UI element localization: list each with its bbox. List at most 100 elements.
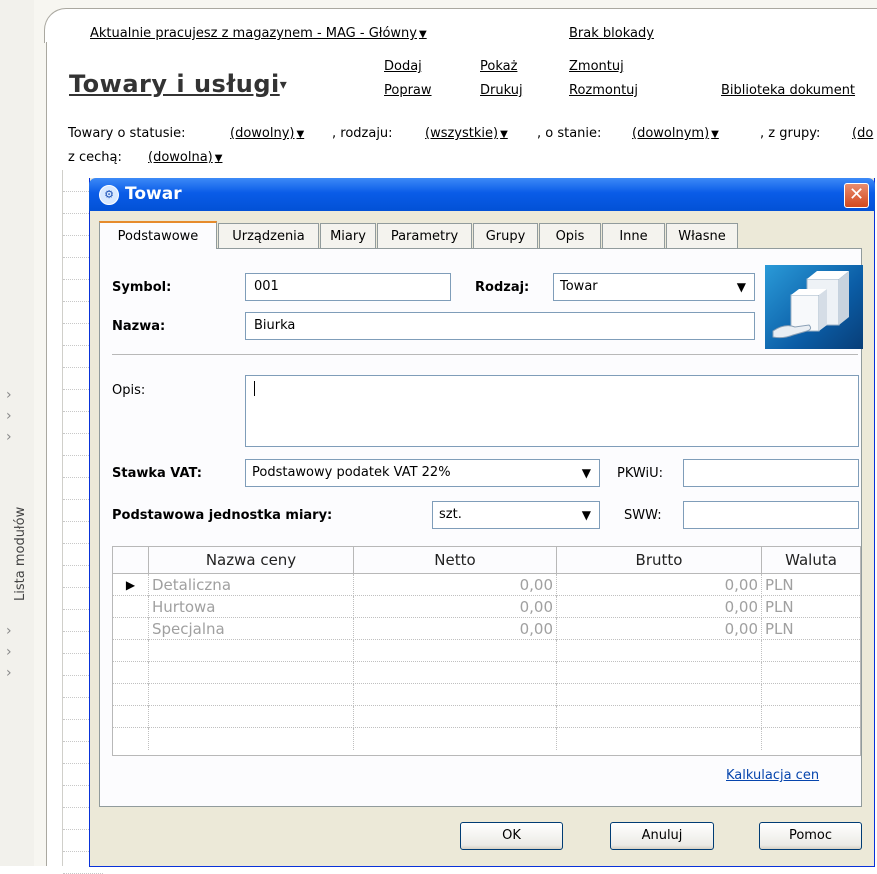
tab-panel-basic: Symbol: 001 Rodzaj: Towar ▼ Nazwa: Biurk… <box>99 248 863 807</box>
tab-basic[interactable]: Podstawowe <box>99 221 217 249</box>
table-header-currency[interactable]: Waluta <box>762 547 860 574</box>
warehouse-selector[interactable]: Aktualnie pracujesz z magazynem - MAG - … <box>90 26 427 41</box>
brutto-cell[interactable]: 0,00 <box>557 596 762 618</box>
filter-status-dropdown[interactable]: (dowolny) ▼ <box>230 126 304 141</box>
assemble-action[interactable]: Zmontuj <box>569 59 624 74</box>
brutto-cell[interactable]: 0,00 <box>557 574 762 596</box>
filter-kind-label: , rodzaju: <box>332 126 393 141</box>
price-table[interactable]: Nazwa ceny Netto Brutto Waluta ▶ Detalic… <box>112 546 861 756</box>
show-action[interactable]: Pokaż <box>480 59 517 74</box>
pkwiu-input[interactable] <box>683 459 859 487</box>
dropdown-arrow-icon: ▼ <box>214 153 223 164</box>
row-selected-arrow-icon: ▶ <box>113 574 149 596</box>
filter-group-label: , z grupy: <box>760 126 821 141</box>
add-action[interactable]: Dodaj <box>384 59 422 74</box>
edit-action[interactable]: Popraw <box>384 83 432 98</box>
base-unit-value: szt. <box>439 507 462 522</box>
name-label: Nazwa: <box>112 319 166 334</box>
chevron-right-icon: › <box>6 429 12 445</box>
symbol-label: Symbol: <box>112 280 172 295</box>
tab-custom[interactable]: Własne <box>666 223 738 248</box>
tab-description[interactable]: Opis <box>539 223 601 248</box>
table-row[interactable]: Hurtowa 0,00 0,00 PLN <box>113 596 860 618</box>
name-input[interactable]: Biurka <box>245 312 755 340</box>
filter-kind-dropdown[interactable]: (wszystkie) ▼ <box>425 126 508 141</box>
modules-list-label[interactable]: Lista modułów <box>13 507 29 601</box>
filter-state-dropdown[interactable]: (dowolnym) ▼ <box>632 126 719 141</box>
page-title[interactable]: Towary i usługi ▾ <box>69 70 287 98</box>
price-name-cell[interactable]: Hurtowa <box>149 596 354 618</box>
filter-feature-label: z cechą: <box>68 150 122 165</box>
dropdown-arrow-icon: ▼ <box>711 129 719 140</box>
base-unit-select[interactable]: szt. ▼ <box>432 501 600 529</box>
kind-label: Rodzaj: <box>475 280 530 295</box>
price-calculation-link[interactable]: Kalkulacja cen <box>726 768 819 783</box>
sww-input[interactable] <box>683 501 859 529</box>
dialog-titlebar[interactable]: ⚙ Towar ✕ <box>89 178 875 211</box>
dropdown-arrow-icon: ▼ <box>736 280 746 294</box>
tab-parameters[interactable]: Parametry <box>377 223 472 248</box>
document-library-action[interactable]: Biblioteka dokument <box>721 83 855 98</box>
chevron-right-icon: › <box>6 387 12 403</box>
currency-cell[interactable]: PLN <box>762 574 860 596</box>
currency-cell[interactable]: PLN <box>762 618 860 640</box>
dropdown-arrow-icon: ▼ <box>500 129 508 140</box>
tab-devices[interactable]: Urządzenia <box>218 223 319 248</box>
dropdown-arrow-icon: ▼ <box>296 129 305 140</box>
chevron-right-icon: › <box>6 623 12 639</box>
netto-cell[interactable]: 0,00 <box>354 618 557 640</box>
ok-button[interactable]: OK <box>460 822 563 850</box>
tab-measures[interactable]: Miary <box>320 223 376 248</box>
filter-group-dropdown[interactable]: (do <box>852 126 873 141</box>
filter-feature-dropdown[interactable]: (dowolna) ▼ <box>148 150 222 165</box>
vat-rate-label: Stawka VAT: <box>112 466 202 481</box>
filter-state-label: , o stanie: <box>537 126 602 141</box>
vat-rate-value: Podstawowy podatek VAT 22% <box>252 465 451 480</box>
table-header-indicator <box>113 547 149 574</box>
netto-cell[interactable]: 0,00 <box>354 596 557 618</box>
price-name-cell[interactable]: Detaliczna <box>149 574 354 596</box>
disassemble-action[interactable]: Rozmontuj <box>569 83 638 98</box>
close-button[interactable]: ✕ <box>844 183 869 208</box>
tab-other[interactable]: Inne <box>602 223 665 248</box>
product-image[interactable] <box>765 265 863 349</box>
pkwiu-label: PKWiU: <box>617 466 663 481</box>
table-header-brutto[interactable]: Brutto <box>557 547 762 574</box>
vat-rate-select[interactable]: Podstawowy podatek VAT 22% ▼ <box>245 459 600 487</box>
chevron-right-icon: › <box>6 665 12 681</box>
cancel-button[interactable]: Anuluj <box>610 822 714 850</box>
dropdown-arrow-icon: ▼ <box>581 466 591 480</box>
brutto-cell[interactable]: 0,00 <box>557 618 762 640</box>
lock-status-link[interactable]: Brak blokady <box>569 26 654 41</box>
kind-select-value: Towar <box>560 279 598 294</box>
product-dialog: ⚙ Towar ✕ Podstawowe Urządzenia Miary Pa… <box>89 178 875 867</box>
filter-status-label: Towary o statusie: <box>68 126 186 141</box>
chevron-right-icon: › <box>6 644 12 660</box>
separator <box>112 354 858 355</box>
description-label: Opis: <box>112 383 146 398</box>
table-header-netto[interactable]: Netto <box>354 547 557 574</box>
table-row[interactable]: ▶ Detaliczna 0,00 0,00 PLN <box>113 574 860 596</box>
currency-cell[interactable]: PLN <box>762 596 860 618</box>
table-row-empty <box>113 728 860 750</box>
table-row-empty <box>113 706 860 728</box>
base-unit-label: Podstawowa jednostka miary: <box>112 508 333 523</box>
text-cursor <box>254 381 255 396</box>
modules-rail[interactable]: › › › Lista modułów › › › <box>0 0 35 866</box>
print-action[interactable]: Drukuj <box>480 83 523 98</box>
row-indicator-cell <box>113 596 149 618</box>
dropdown-arrow-icon: ▼ <box>581 508 591 522</box>
symbol-input[interactable]: 001 <box>245 273 451 301</box>
table-row-empty <box>113 684 860 706</box>
tab-groups[interactable]: Grupy <box>473 223 538 248</box>
table-row[interactable]: Specjalna 0,00 0,00 PLN <box>113 618 860 640</box>
product-box-icon <box>772 271 849 339</box>
description-textarea[interactable] <box>245 375 859 447</box>
kind-select[interactable]: Towar ▼ <box>553 273 755 301</box>
price-name-cell[interactable]: Specjalna <box>149 618 354 640</box>
help-button[interactable]: Pomoc <box>759 822 862 850</box>
netto-cell[interactable]: 0,00 <box>354 574 557 596</box>
dialog-title: Towar <box>125 184 182 204</box>
table-header-price-name[interactable]: Nazwa ceny <box>149 547 354 574</box>
chevron-right-icon: › <box>6 408 12 424</box>
